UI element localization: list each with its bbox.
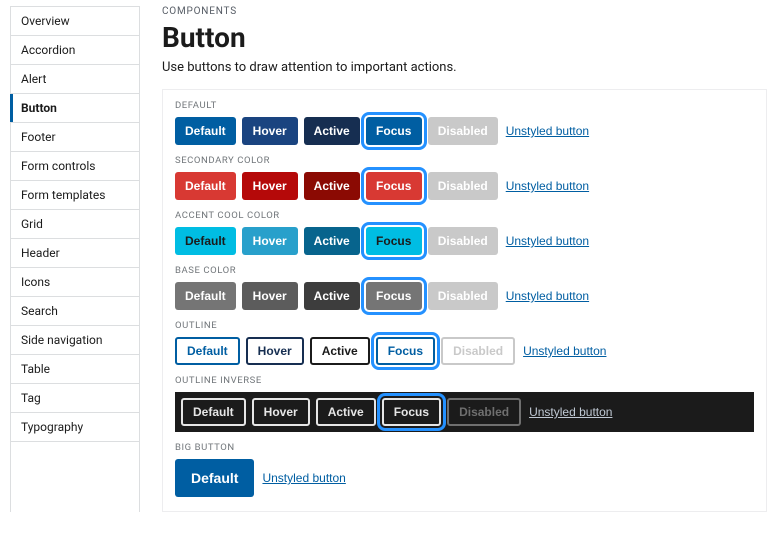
button-secondary-default[interactable]: Default: [175, 172, 236, 200]
button-base-disabled: Disabled: [428, 282, 498, 310]
sidenav-item-icons[interactable]: Icons: [11, 268, 139, 297]
sidenav-item-overview[interactable]: Overview: [11, 7, 139, 36]
button-outline-active[interactable]: Active: [310, 337, 370, 365]
button-secondary-hover[interactable]: Hover: [242, 172, 298, 200]
button-outline-inverse-disabled: Disabled: [447, 398, 521, 426]
button-row-big: Default Unstyled button: [175, 459, 754, 497]
button-default-hover[interactable]: Hover: [242, 117, 298, 145]
button-outline-default[interactable]: Default: [175, 337, 240, 365]
group-label-base: BASE COLOR: [175, 265, 754, 276]
button-base-focus[interactable]: Focus: [366, 282, 422, 310]
sidenav-item-grid[interactable]: Grid: [11, 210, 139, 239]
button-secondary-disabled: Disabled: [428, 172, 498, 200]
button-secondary-active[interactable]: Active: [304, 172, 360, 200]
unstyled-button-big[interactable]: Unstyled button: [260, 471, 347, 485]
button-cool-focus[interactable]: Focus: [366, 227, 422, 255]
group-label-default: DEFAULT: [175, 100, 754, 111]
button-row-cool: DefaultHoverActiveFocusDisabled Unstyled …: [175, 227, 754, 255]
sidenav-item-side-navigation[interactable]: Side navigation: [11, 326, 139, 355]
button-base-hover[interactable]: Hover: [242, 282, 298, 310]
button-row-secondary: DefaultHoverActiveFocusDisabled Unstyled …: [175, 172, 754, 200]
button-default-disabled: Disabled: [428, 117, 498, 145]
button-row-default: DefaultHoverActiveFocusDisabled Unstyled …: [175, 117, 754, 145]
button-outline-hover[interactable]: Hover: [246, 337, 304, 365]
button-secondary-focus[interactable]: Focus: [366, 172, 422, 200]
button-row-base: DefaultHoverActiveFocusDisabled Unstyled …: [175, 282, 754, 310]
sidenav-item-table[interactable]: Table: [11, 355, 139, 384]
button-outline-inverse-hover[interactable]: Hover: [252, 398, 310, 426]
sidenav-item-alert[interactable]: Alert: [11, 65, 139, 94]
unstyled-button-secondary[interactable]: Unstyled button: [504, 179, 591, 193]
unstyled-button-outline-inverse[interactable]: Unstyled button: [527, 405, 614, 419]
button-base-active[interactable]: Active: [304, 282, 360, 310]
page-lead: Use buttons to draw attention to importa…: [162, 60, 767, 75]
sidenav-item-typography[interactable]: Typography: [11, 413, 139, 442]
group-label-secondary: SECONDARY COLOR: [175, 155, 754, 166]
side-navigation: OverviewAccordionAlertButtonFooterForm c…: [10, 6, 140, 512]
group-label-outline: OUTLINE: [175, 320, 754, 331]
unstyled-button-outline[interactable]: Unstyled button: [521, 344, 608, 358]
button-default-focus[interactable]: Focus: [366, 117, 422, 145]
button-outline-inverse-active[interactable]: Active: [316, 398, 376, 426]
button-outline-disabled: Disabled: [441, 337, 515, 365]
button-cool-active[interactable]: Active: [304, 227, 360, 255]
page-eyebrow: COMPONENTS: [162, 6, 767, 17]
button-outline-focus[interactable]: Focus: [376, 337, 435, 365]
button-cool-hover[interactable]: Hover: [242, 227, 298, 255]
sidenav-item-form-controls[interactable]: Form controls: [11, 152, 139, 181]
sidenav-item-button[interactable]: Button: [11, 94, 139, 123]
unstyled-button-cool[interactable]: Unstyled button: [504, 234, 591, 248]
button-row-outline: DefaultHoverActiveFocusDisabled Unstyled …: [175, 337, 754, 365]
page-title: Button: [162, 21, 767, 54]
button-big-default[interactable]: Default: [175, 459, 254, 497]
group-label-outline-inverse: OUTLINE INVERSE: [175, 375, 754, 386]
button-outline-inverse-focus[interactable]: Focus: [382, 398, 441, 426]
button-outline-inverse-default[interactable]: Default: [181, 398, 246, 426]
main-content: COMPONENTS Button Use buttons to draw at…: [162, 6, 767, 512]
sidenav-item-accordion[interactable]: Accordion: [11, 36, 139, 65]
button-cool-default[interactable]: Default: [175, 227, 236, 255]
sidenav-item-tag[interactable]: Tag: [11, 384, 139, 413]
sidenav-item-form-templates[interactable]: Form templates: [11, 181, 139, 210]
button-base-default[interactable]: Default: [175, 282, 236, 310]
unstyled-button-default[interactable]: Unstyled button: [504, 124, 591, 138]
sidenav-item-search[interactable]: Search: [11, 297, 139, 326]
sidenav-item-header[interactable]: Header: [11, 239, 139, 268]
button-cool-disabled: Disabled: [428, 227, 498, 255]
unstyled-button-base[interactable]: Unstyled button: [504, 289, 591, 303]
examples-panel: DEFAULTDefaultHoverActiveFocusDisabledUn…: [162, 89, 767, 512]
button-default-default[interactable]: Default: [175, 117, 236, 145]
group-label-cool: ACCENT COOL COLOR: [175, 210, 754, 221]
sidenav-item-footer[interactable]: Footer: [11, 123, 139, 152]
button-default-active[interactable]: Active: [304, 117, 360, 145]
button-row-outline-inverse: DefaultHoverActiveFocusDisabled Unstyled …: [175, 392, 754, 432]
group-label-big: BIG BUTTON: [175, 442, 754, 453]
